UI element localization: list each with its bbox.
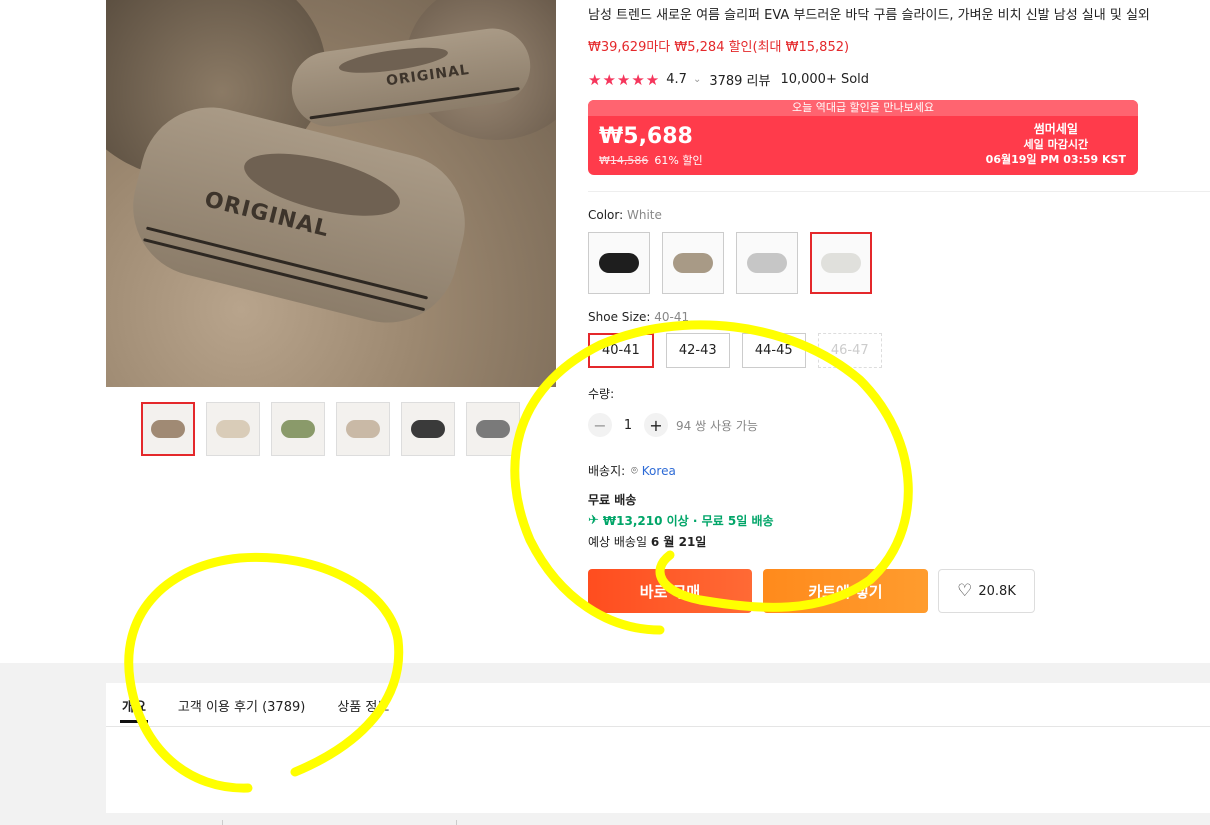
size-option[interactable]: 40-41 <box>588 333 654 368</box>
divider <box>588 191 1210 192</box>
quantity-value[interactable]: 1 <box>612 418 644 433</box>
size-label: Shoe Size: 40-41 <box>588 310 689 324</box>
thumbnail[interactable] <box>141 402 195 456</box>
product-page: ORIGINAL ORIGINAL 남성 트렌드 새로운 여름 슬리퍼 EVA … <box>0 0 1210 825</box>
delivery-eta: 예상 배송일 6 월 21일 <box>588 533 706 550</box>
color-swatch-image <box>747 253 787 273</box>
rating-value[interactable]: 4.7 <box>666 72 687 87</box>
thumbnail-slipper <box>151 420 185 438</box>
color-label-text: Color: <box>588 208 627 222</box>
size-label-text: Shoe Size: <box>588 310 655 324</box>
sold-count: 10,000+ Sold <box>780 72 870 87</box>
thumbnail[interactable] <box>401 402 455 456</box>
tab-divider <box>106 726 1210 727</box>
main-product-image: ORIGINAL ORIGINAL <box>106 0 556 387</box>
sale-info: 썸머세일 세일 마감시간 06월19일 PM 03:59 KST <box>986 122 1126 167</box>
heart-icon: ♡ <box>957 581 973 601</box>
quantity-stepper: − 1 + 94 쌍 사용 가능 <box>588 413 758 437</box>
size-value: 40-41 <box>654 310 690 324</box>
eta-label: 예상 배송일 <box>588 535 651 549</box>
color-swatch-image <box>599 253 639 273</box>
thumbnail[interactable] <box>336 402 390 456</box>
thumbnail-slipper <box>346 420 380 438</box>
deal-banner: 오늘 역대급 할인을 만나보세요 ₩5,688 ₩14,586 61% 할인 썸머… <box>588 100 1138 175</box>
rating-row: ★★★★★ 4.7 ⌄ 3789 리뷰 10,000+ Sold <box>588 70 870 90</box>
color-option[interactable] <box>810 232 872 294</box>
eta-date: 6 월 21일 <box>650 535 707 549</box>
detail-tabs: 개요 고객 이용 후기 (3789) 상품 정보 <box>120 696 389 723</box>
thumbnail-slipper <box>216 420 250 438</box>
star-rating-icon: ★★★★★ <box>588 70 661 89</box>
stock-available: 94 쌍 사용 가능 <box>676 418 758 433</box>
minus-icon[interactable]: − <box>588 413 612 437</box>
sale-price: ₩5,688 <box>599 124 693 149</box>
tab-overview[interactable]: 개요 <box>120 696 148 723</box>
color-swatch-image <box>821 253 861 273</box>
quantity-label: 수량: <box>588 387 615 401</box>
image-slipper-front: ORIGINAL <box>118 92 480 338</box>
color-option[interactable] <box>736 232 798 294</box>
buy-now-button[interactable]: 바로 구매 <box>588 569 752 613</box>
slipper-band <box>145 226 429 300</box>
plus-icon[interactable]: + <box>644 413 668 437</box>
deal-banner-text: 오늘 역대급 할인을 만나보세요 <box>588 100 1138 116</box>
thumbnail-slipper <box>476 420 510 438</box>
wishlist-button[interactable]: ♡ 20.8K <box>938 569 1035 613</box>
size-option-disabled: 46-47 <box>817 333 882 368</box>
promo-text[interactable]: ₩39,629마다 ₩5,284 할인(최대 ₩15,852) <box>588 36 849 55</box>
color-value: White <box>626 208 662 222</box>
product-title: 남성 트렌드 새로운 여름 슬리퍼 EVA 부드러운 바닥 구름 슬라이드, 가… <box>588 8 1150 23</box>
add-to-cart-button[interactable]: 카트에 넣기 <box>763 569 928 613</box>
size-option[interactable]: 42-43 <box>665 333 730 368</box>
color-options <box>588 232 872 294</box>
free-shipping-info: ✈ ₩13,210 이상 · 무료 5일 배송 <box>588 512 774 529</box>
free-shipping-title: 무료 배송 <box>588 493 637 507</box>
color-swatch-image <box>673 253 713 273</box>
ship-to-row: 배송지: ⌾ Korea <box>588 462 676 479</box>
thumbnail[interactable] <box>206 402 260 456</box>
wishlist-count: 20.8K <box>978 583 1016 599</box>
chevron-down-icon[interactable]: ⌄ <box>693 74 701 85</box>
plane-icon: ✈ <box>588 513 599 528</box>
details-panel: 개요 고객 이용 후기 (3789) 상품 정보 <box>106 683 1210 813</box>
sale-name: 썸머세일 <box>1033 122 1078 136</box>
thumbnail-slipper <box>411 420 445 438</box>
original-price-row: ₩14,586 61% 할인 <box>599 152 703 168</box>
sale-deadline-label: 세일 마감시간 <box>1023 138 1089 151</box>
sale-deadline-time: 06월19일 PM 03:59 KST <box>985 153 1126 166</box>
thumbnail-slipper <box>281 420 315 438</box>
thumbnail[interactable] <box>271 402 325 456</box>
size-option[interactable]: 44-45 <box>741 333 806 368</box>
thumbnail-strip <box>141 402 520 456</box>
free-shipping-text: ₩13,210 이상 · 무료 5일 배송 <box>602 514 774 528</box>
discount-percent: 61% 할인 <box>654 154 703 167</box>
color-option[interactable] <box>588 232 650 294</box>
ship-to-label: 배송지: <box>588 464 626 478</box>
slipper-band <box>142 238 426 312</box>
size-options: 40-41 42-43 44-45 46-47 <box>588 333 882 368</box>
divider <box>222 820 223 825</box>
location-pin-icon: ⌾ <box>631 463 638 477</box>
original-price: ₩14,586 <box>599 154 649 167</box>
ship-to-location[interactable]: Korea <box>642 464 676 478</box>
color-option[interactable] <box>662 232 724 294</box>
thumbnail[interactable] <box>466 402 520 456</box>
color-label: Color: White <box>588 208 662 222</box>
divider <box>456 820 457 825</box>
review-count[interactable]: 3789 리뷰 <box>709 70 770 89</box>
tab-specifications[interactable]: 상품 정보 <box>337 696 389 723</box>
tab-reviews[interactable]: 고객 이용 후기 (3789) <box>178 696 305 723</box>
